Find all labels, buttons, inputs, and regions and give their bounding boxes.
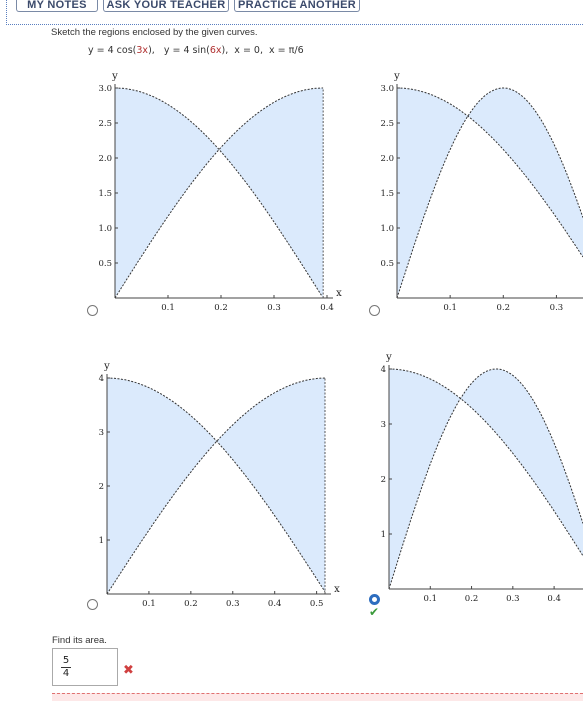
eq-part-1: y = 4 cos( <box>88 45 137 56</box>
answer-fraction: 5 4 <box>61 655 71 680</box>
y-axis-label: y <box>111 71 118 82</box>
option-c-radio[interactable] <box>87 599 98 610</box>
x-axis-label: x <box>334 584 340 595</box>
option-a-radio[interactable] <box>87 305 98 316</box>
option-d-radio[interactable] <box>369 594 380 605</box>
enclosed-region <box>397 88 583 298</box>
y-tick-label: 1.5 <box>380 189 394 199</box>
y-tick-label: 0.5 <box>380 259 394 269</box>
x-tick-label: 0.2 <box>184 599 198 609</box>
incorrect-x-icon: ✖ <box>123 663 134 678</box>
area-answer-field[interactable]: 5 4 <box>52 648 118 686</box>
y-tick-label: 1.0 <box>380 224 394 234</box>
y-tick-label: 3 <box>381 420 386 430</box>
y-tick-label: 1 <box>381 530 386 540</box>
x-tick-label: 0.3 <box>506 594 520 604</box>
y-tick-label: 2.0 <box>98 154 112 164</box>
option-a-chart: 0.1 0.2 0.3 0.4 0.5 1.0 1.5 2.0 2.5 3.0 y x <box>98 71 342 313</box>
y-tick-label: 2.5 <box>98 119 112 129</box>
y-tick-label: 3.0 <box>98 84 112 94</box>
x-tick-label: 0.4 <box>320 303 334 313</box>
y-axis-label: y <box>103 361 110 372</box>
eq-arg-1: 3x <box>136 45 149 56</box>
x-tick-label: 0.3 <box>550 303 564 313</box>
x-tick-label: 0.5 <box>310 599 324 609</box>
x-axis-label: x <box>336 288 342 299</box>
y-tick-label: 2.0 <box>380 154 394 164</box>
question-prompt: Sketch the regions enclosed by the given… <box>51 27 258 38</box>
area-prompt: Find its area. <box>52 635 107 646</box>
toolbar: MY NOTES ASK YOUR TEACHER PRACTICE ANOTH… <box>0 0 583 26</box>
option-b-radio[interactable] <box>369 305 380 316</box>
y-tick-label: 3 <box>99 428 104 438</box>
y-tick-label: 4 <box>99 374 104 384</box>
x-tick-label: 0.1 <box>443 303 457 313</box>
ask-teacher-button[interactable]: ASK YOUR TEACHER <box>103 0 229 12</box>
x-tick-label: 0.2 <box>214 303 228 313</box>
practice-another-button[interactable]: PRACTICE ANOTHER <box>234 0 360 12</box>
y-tick-label: 1 <box>99 536 104 546</box>
y-tick-label: 2 <box>99 482 104 492</box>
enclosed-region <box>389 369 583 589</box>
y-tick-label: 4 <box>381 365 386 375</box>
option-c-chart: 0.1 0.2 0.3 0.4 0.5 1 2 3 4 y x <box>99 361 341 609</box>
answer-numerator: 5 <box>61 655 71 668</box>
x-tick-label: 0.3 <box>226 599 240 609</box>
x-tick-label: 0.1 <box>424 594 438 604</box>
x-tick-label: 0.1 <box>142 599 156 609</box>
y-tick-label: 2.5 <box>380 119 394 129</box>
x-tick-label: 0.1 <box>161 303 175 313</box>
frame-border <box>6 0 7 25</box>
enclosed-region <box>115 88 324 298</box>
enclosed-region <box>107 378 325 594</box>
eq-arg-2: 6x <box>209 45 222 56</box>
x-tick-label: 0.3 <box>267 303 281 313</box>
y-tick-label: 1.0 <box>98 224 112 234</box>
x-tick-label: 0.2 <box>497 303 511 313</box>
option-d-chart: 0.1 0.2 0.3 0.4 1 2 3 4 y <box>381 352 583 604</box>
x-tick-label: 0.4 <box>268 599 282 609</box>
y-tick-label: 1.5 <box>98 189 112 199</box>
eq-part-3: ), x = 0, x = π/6 <box>221 45 304 56</box>
toolbar-divider <box>6 24 583 25</box>
my-notes-button[interactable]: MY NOTES <box>16 0 98 12</box>
y-axis-label: y <box>385 352 392 363</box>
eq-part-2: ), y = 4 sin( <box>148 45 210 56</box>
y-axis-label: y <box>393 71 400 82</box>
x-tick-label: 0.4 <box>547 594 561 604</box>
y-tick-label: 3.0 <box>380 84 394 94</box>
question-equation: y = 4 cos(3x), y = 4 sin(6x), x = 0, x =… <box>88 45 304 56</box>
x-tick-label: 0.2 <box>465 594 479 604</box>
correct-check-icon: ✔ <box>369 605 380 619</box>
y-tick-label: 0.5 <box>98 259 112 269</box>
option-b-chart: 0.1 0.2 0.3 0.5 1.0 1.5 2.0 2.5 3.0 y <box>380 71 583 313</box>
y-tick-label: 2 <box>381 475 386 485</box>
answer-denominator: 4 <box>62 668 70 679</box>
